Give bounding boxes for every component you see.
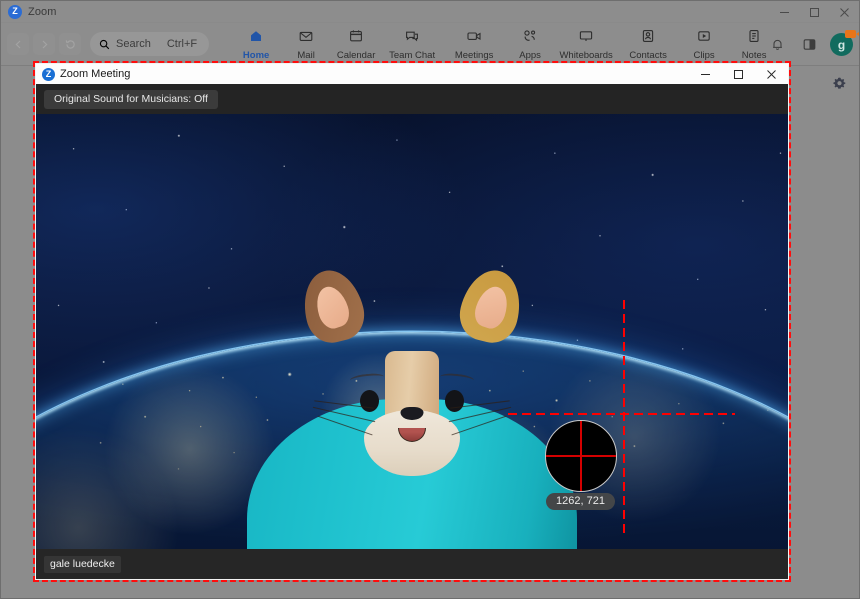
search-input[interactable]: Search Ctrl+F: [90, 32, 210, 56]
chevron-right-icon[interactable]: [33, 33, 55, 55]
meeting-top-bar: Original Sound for Musicians: Off: [36, 84, 788, 114]
video-status-badge-icon: [845, 30, 859, 38]
toolbar-right-group: g: [766, 23, 859, 66]
clips-icon: [696, 28, 712, 49]
tab-clips[interactable]: Clips: [679, 23, 729, 66]
tab-meetings[interactable]: Meetings: [443, 23, 505, 66]
whiteboard-icon: [578, 28, 594, 49]
bell-icon[interactable]: [766, 34, 788, 56]
cat-avatar: [36, 114, 788, 549]
tab-contacts[interactable]: Contacts: [617, 23, 679, 66]
tab-calendar-label: Calendar: [336, 49, 376, 61]
app-toolbar: Search Ctrl+F Home Mail Calendar Team Ch…: [1, 23, 859, 66]
chat-bubbles-icon: [404, 28, 420, 49]
tab-meetings-label: Meetings: [454, 49, 494, 61]
home-icon: [248, 28, 264, 49]
tab-home[interactable]: Home: [231, 23, 281, 66]
avatar-eye-right: [445, 390, 464, 412]
avatar[interactable]: g: [830, 30, 859, 56]
participant-name-label: gale luedecke: [44, 556, 121, 573]
contrast-icon[interactable]: [798, 34, 820, 56]
avatar-eye-left: [360, 390, 379, 412]
search-placeholder: Search: [116, 38, 151, 50]
meeting-footer-bar: gale luedecke: [36, 549, 788, 579]
close-icon[interactable]: [755, 64, 788, 84]
tab-calendar[interactable]: Calendar: [331, 23, 381, 66]
history-icon[interactable]: [59, 33, 81, 55]
chevron-left-icon[interactable]: [7, 33, 29, 55]
tab-notes-label: Notes: [741, 49, 767, 61]
tab-mail-label: Mail: [297, 49, 315, 61]
notes-icon: [746, 28, 762, 49]
contact-card-icon: [640, 28, 656, 49]
close-icon[interactable]: [829, 1, 859, 23]
zoom-logo-icon: Z: [42, 67, 55, 81]
search-shortcut: Ctrl+F: [166, 38, 198, 50]
tab-apps[interactable]: Apps: [505, 23, 555, 66]
tab-clips-label: Clips: [693, 49, 715, 61]
meeting-titlebar: Z Zoom Meeting: [36, 64, 788, 84]
maximize-icon[interactable]: [799, 1, 829, 23]
tab-team-chat-label: Team Chat: [389, 49, 436, 61]
app-title: Zoom: [28, 5, 57, 18]
meeting-window-title: Zoom Meeting: [60, 68, 131, 80]
meeting-window-controls: [689, 64, 788, 84]
video-stage: [36, 114, 788, 549]
minimize-icon[interactable]: [689, 64, 722, 84]
tab-home-label: Home: [242, 49, 270, 61]
apps-icon: [522, 28, 538, 49]
tab-contacts-label: Contacts: [629, 49, 667, 61]
minimize-icon[interactable]: [769, 1, 799, 23]
tab-whiteboards-label: Whiteboards: [559, 49, 613, 61]
tab-team-chat[interactable]: Team Chat: [381, 23, 443, 66]
zoom-logo-icon: Z: [8, 4, 22, 19]
tab-whiteboards[interactable]: Whiteboards: [555, 23, 617, 66]
app-titlebar: Z Zoom: [1, 1, 859, 23]
tab-mail[interactable]: Mail: [281, 23, 331, 66]
avatar-initial: g: [837, 37, 846, 52]
mail-icon: [298, 28, 314, 49]
original-sound-status-badge[interactable]: Original Sound for Musicians: Off: [44, 89, 218, 109]
search-icon: [99, 39, 110, 50]
app-window-controls: [769, 1, 859, 23]
video-camera-icon: [466, 28, 482, 49]
gear-icon[interactable]: [829, 74, 849, 94]
nav-tabs: Home Mail Calendar Team Chat Meetings Ap…: [231, 23, 779, 66]
avatar-head: [296, 264, 528, 501]
calendar-icon: [348, 28, 364, 49]
maximize-icon[interactable]: [722, 64, 755, 84]
zoom-meeting-window: Z Zoom Meeting Original Sound for Musici…: [36, 64, 788, 579]
tab-apps-label: Apps: [519, 49, 541, 61]
